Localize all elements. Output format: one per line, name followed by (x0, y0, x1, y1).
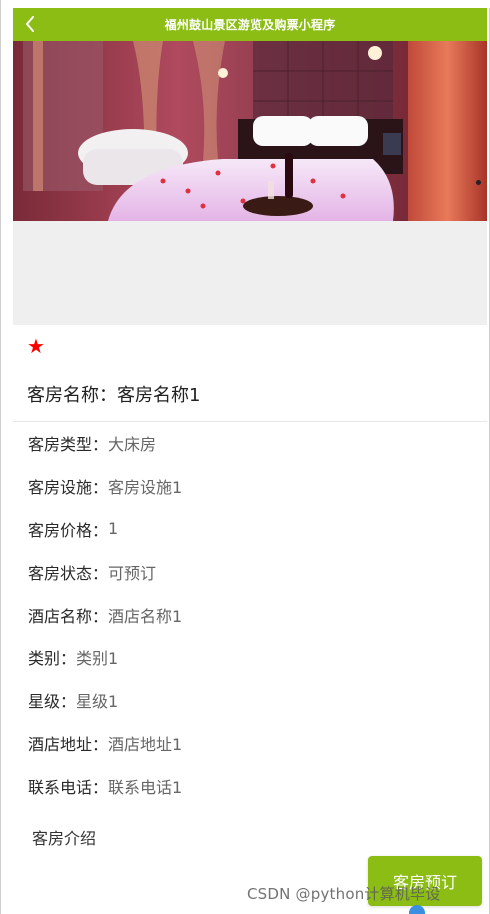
detail-label: 星级： (28, 692, 77, 712)
room-name-value: 客房名称1 (117, 385, 201, 406)
detail-value: 大床房 (108, 435, 157, 455)
detail-row-address: 酒店地址： 酒店地址1 (28, 722, 487, 765)
detail-row-category: 类别： 类别1 (28, 636, 487, 679)
detail-label: 酒店地址： (28, 734, 109, 754)
detail-value: 星级1 (76, 692, 119, 712)
banner-carousel[interactable] (13, 41, 487, 221)
detail-label: 客房状态： (28, 563, 109, 583)
detail-row-room-type: 客房类型： 大床房 (28, 422, 487, 465)
carousel-indicator[interactable] (476, 180, 481, 185)
detail-row-facilities: 客房设施： 客房设施1 (28, 465, 487, 508)
detail-row-hotel-name: 酒店名称： 酒店名称1 (28, 593, 487, 636)
room-detail: ★ 客房名称： 客房名称1 客房类型： 大床房 客房设施： 客房设施1 客房价格… (13, 325, 487, 867)
page-title: 福州鼓山景区游览及购票小程序 (164, 18, 336, 32)
favorite-row: ★ (13, 325, 487, 367)
detail-value: 联系电话1 (108, 777, 183, 797)
chevron-left-icon[interactable] (19, 13, 41, 35)
floating-indicator (409, 905, 425, 914)
detail-label: 客房价格： (28, 520, 109, 540)
detail-row-star-level: 星级： 星级1 (28, 679, 487, 722)
watermark-text: CSDN @python计算机毕设 (247, 885, 441, 903)
detail-list: 客房类型： 大床房 客房设施： 客房设施1 客房价格： 1 客房状态： 可预订 … (13, 422, 487, 807)
detail-value: 酒店名称1 (108, 606, 183, 626)
status-strip (1, 0, 490, 8)
star-icon[interactable]: ★ (27, 336, 45, 356)
detail-value: 可预订 (108, 563, 157, 583)
detail-value: 类别1 (76, 649, 119, 669)
detail-value: 客房设施1 (108, 478, 183, 498)
nav-bar: 福州鼓山景区游览及购票小程序 (13, 8, 487, 41)
detail-label: 客房类型： (28, 435, 109, 455)
room-name-label: 客房名称： (27, 385, 117, 406)
room-name-row: 客房名称： 客房名称1 (13, 367, 487, 422)
detail-row-price: 客房价格： 1 (28, 508, 487, 551)
banner-image (13, 41, 487, 221)
detail-row-phone: 联系电话： 联系电话1 (28, 764, 487, 807)
detail-row-status: 客房状态： 可预订 (28, 550, 487, 593)
detail-label: 酒店名称： (28, 606, 109, 626)
detail-value: 酒店地址1 (108, 734, 183, 754)
detail-label: 客房设施： (28, 478, 109, 498)
detail-label: 类别： (28, 649, 77, 669)
phone-screen: 福州鼓山景区游览及购票小程序 ★ 客房名称： 客房名称1 客房类型： 大床房 客… (0, 0, 490, 914)
detail-label: 联系电话： (28, 777, 109, 797)
banner-placeholder (13, 221, 487, 325)
detail-value: 1 (108, 519, 119, 539)
